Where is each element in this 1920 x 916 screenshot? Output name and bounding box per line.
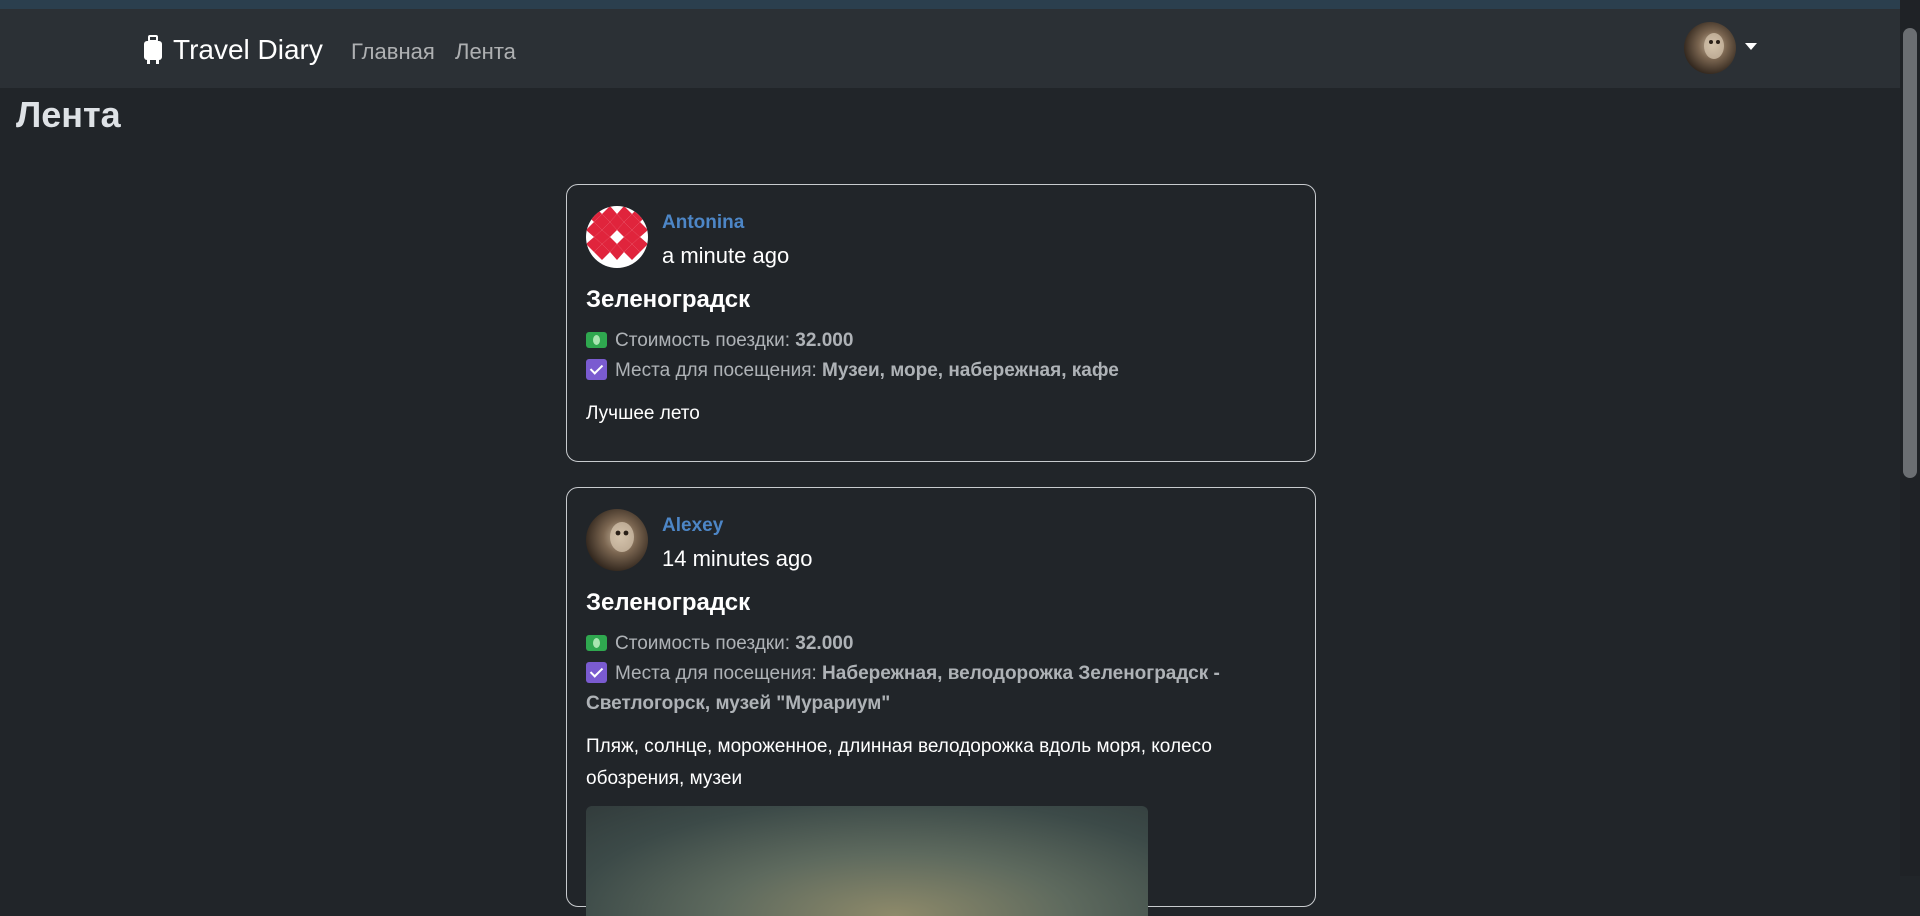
author-link[interactable]: Antonina	[662, 212, 744, 234]
cost-label: Стоимость поездки:	[615, 330, 790, 351]
post-description: Пляж, солнце, мороженное, длинная велодо…	[586, 736, 1212, 789]
identicon-icon	[586, 206, 648, 268]
trip-places: Места для посещения: Музеи, море, набере…	[586, 356, 1286, 386]
post-description: Лучшее лето	[586, 403, 700, 424]
author-link[interactable]: Alexey	[662, 515, 723, 537]
post-time: a minute ago	[662, 243, 790, 268]
post-time: 14 minutes ago	[662, 546, 813, 571]
avatar	[586, 509, 648, 571]
scrollbar-thumb[interactable]	[1903, 28, 1917, 478]
nav-link-home[interactable]: Главная	[351, 39, 435, 65]
trip-title: Зеленоградск	[586, 589, 751, 616]
checkbox-icon	[586, 359, 607, 380]
trip-title: Зеленоградск	[586, 286, 751, 313]
trip-photo[interactable]	[586, 806, 1148, 916]
avatar	[586, 206, 648, 268]
user-avatar-menu[interactable]	[1684, 22, 1736, 74]
money-icon	[586, 635, 607, 651]
nav-link-feed[interactable]: Лента	[455, 39, 516, 65]
places-label: Места для посещения:	[615, 360, 817, 381]
trip-places: Места для посещения: Набережная, велодор…	[586, 659, 1286, 719]
trip-cost: Стоимость поездки: 32.000	[586, 629, 1286, 659]
cost-value: 32.000	[795, 633, 854, 654]
window-top-strip	[0, 0, 1920, 9]
suitcase-icon	[144, 35, 162, 64]
cost-label: Стоимость поездки:	[615, 633, 790, 654]
page-title: Лента	[16, 94, 121, 135]
checkbox-icon	[586, 662, 607, 683]
brand-link[interactable]: Travel Diary	[143, 34, 323, 66]
avatar	[1684, 22, 1736, 74]
post-card: Antonina a minute ago Зеленоградск Стоим…	[566, 184, 1316, 462]
trip-cost: Стоимость поездки: 32.000	[586, 326, 1286, 356]
brand-text: Travel Diary	[173, 34, 323, 65]
navbar: Travel Diary Главная Лента	[0, 9, 1900, 88]
money-icon	[586, 332, 607, 348]
user-photo-icon	[586, 509, 648, 571]
places-value: Музеи, море, набережная, кафе	[822, 360, 1119, 381]
caret-down-icon[interactable]	[1745, 43, 1757, 50]
cost-value: 32.000	[795, 330, 854, 351]
post-card: Alexey 14 minutes ago Зеленоградск Стоим…	[566, 487, 1316, 916]
places-label: Места для посещения:	[615, 663, 817, 684]
